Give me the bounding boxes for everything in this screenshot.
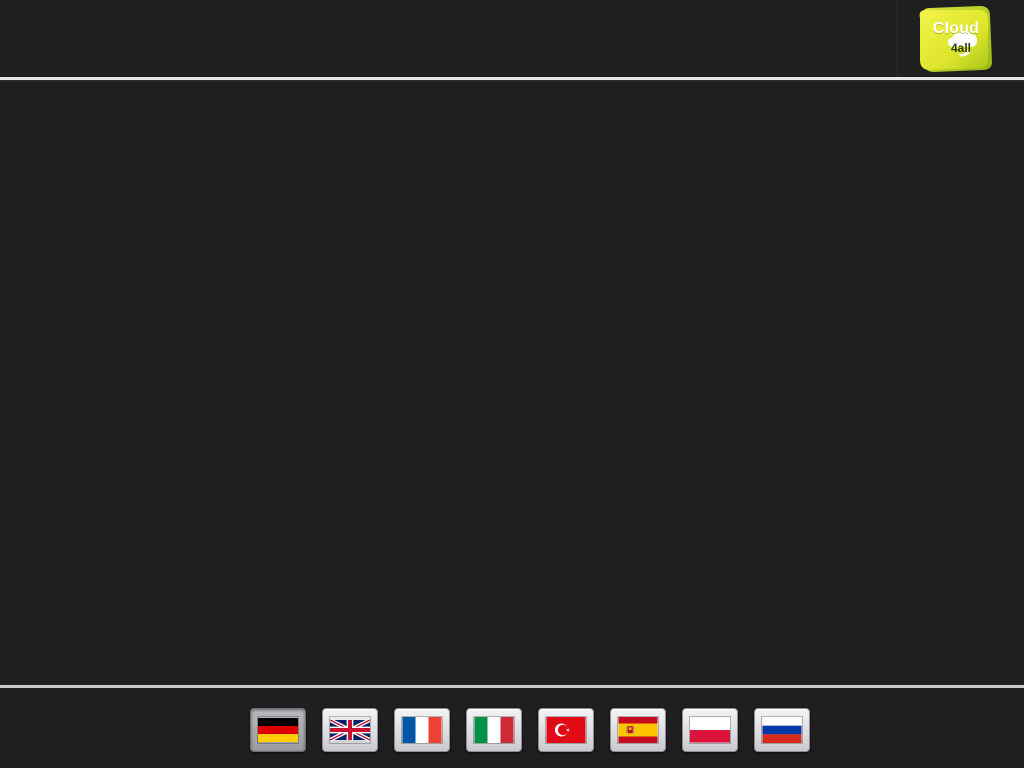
language-button-it[interactable] [466, 708, 522, 752]
header-bar: Cloud 4all [0, 0, 1024, 78]
language-button-ru[interactable] [754, 708, 810, 752]
flag-poland-icon [690, 717, 730, 743]
footer-bar [0, 688, 1024, 768]
app-window: Cloud 4all [0, 0, 1024, 768]
flag-united-kingdom-icon [330, 718, 370, 742]
flag-spain-icon [618, 717, 658, 743]
language-button-en[interactable] [322, 708, 378, 752]
language-button-tr[interactable] [538, 708, 594, 752]
language-button-fr[interactable] [394, 708, 450, 752]
main-content-area [0, 82, 1024, 685]
language-button-de[interactable] [250, 708, 306, 752]
flag-france-icon [402, 717, 442, 743]
flag-germany-icon [258, 718, 298, 742]
language-selector [250, 708, 810, 752]
cloud4all-logo[interactable]: Cloud 4all [916, 4, 994, 74]
flag-russia-icon [762, 717, 802, 743]
language-button-es[interactable] [610, 708, 666, 752]
logo-title: Cloud [932, 20, 980, 37]
flag-italy-icon [474, 717, 514, 743]
language-button-pl[interactable] [682, 708, 738, 752]
header-divider [897, 0, 898, 78]
logo-subtitle: 4all [950, 41, 971, 55]
flag-turkey-icon [546, 717, 586, 743]
